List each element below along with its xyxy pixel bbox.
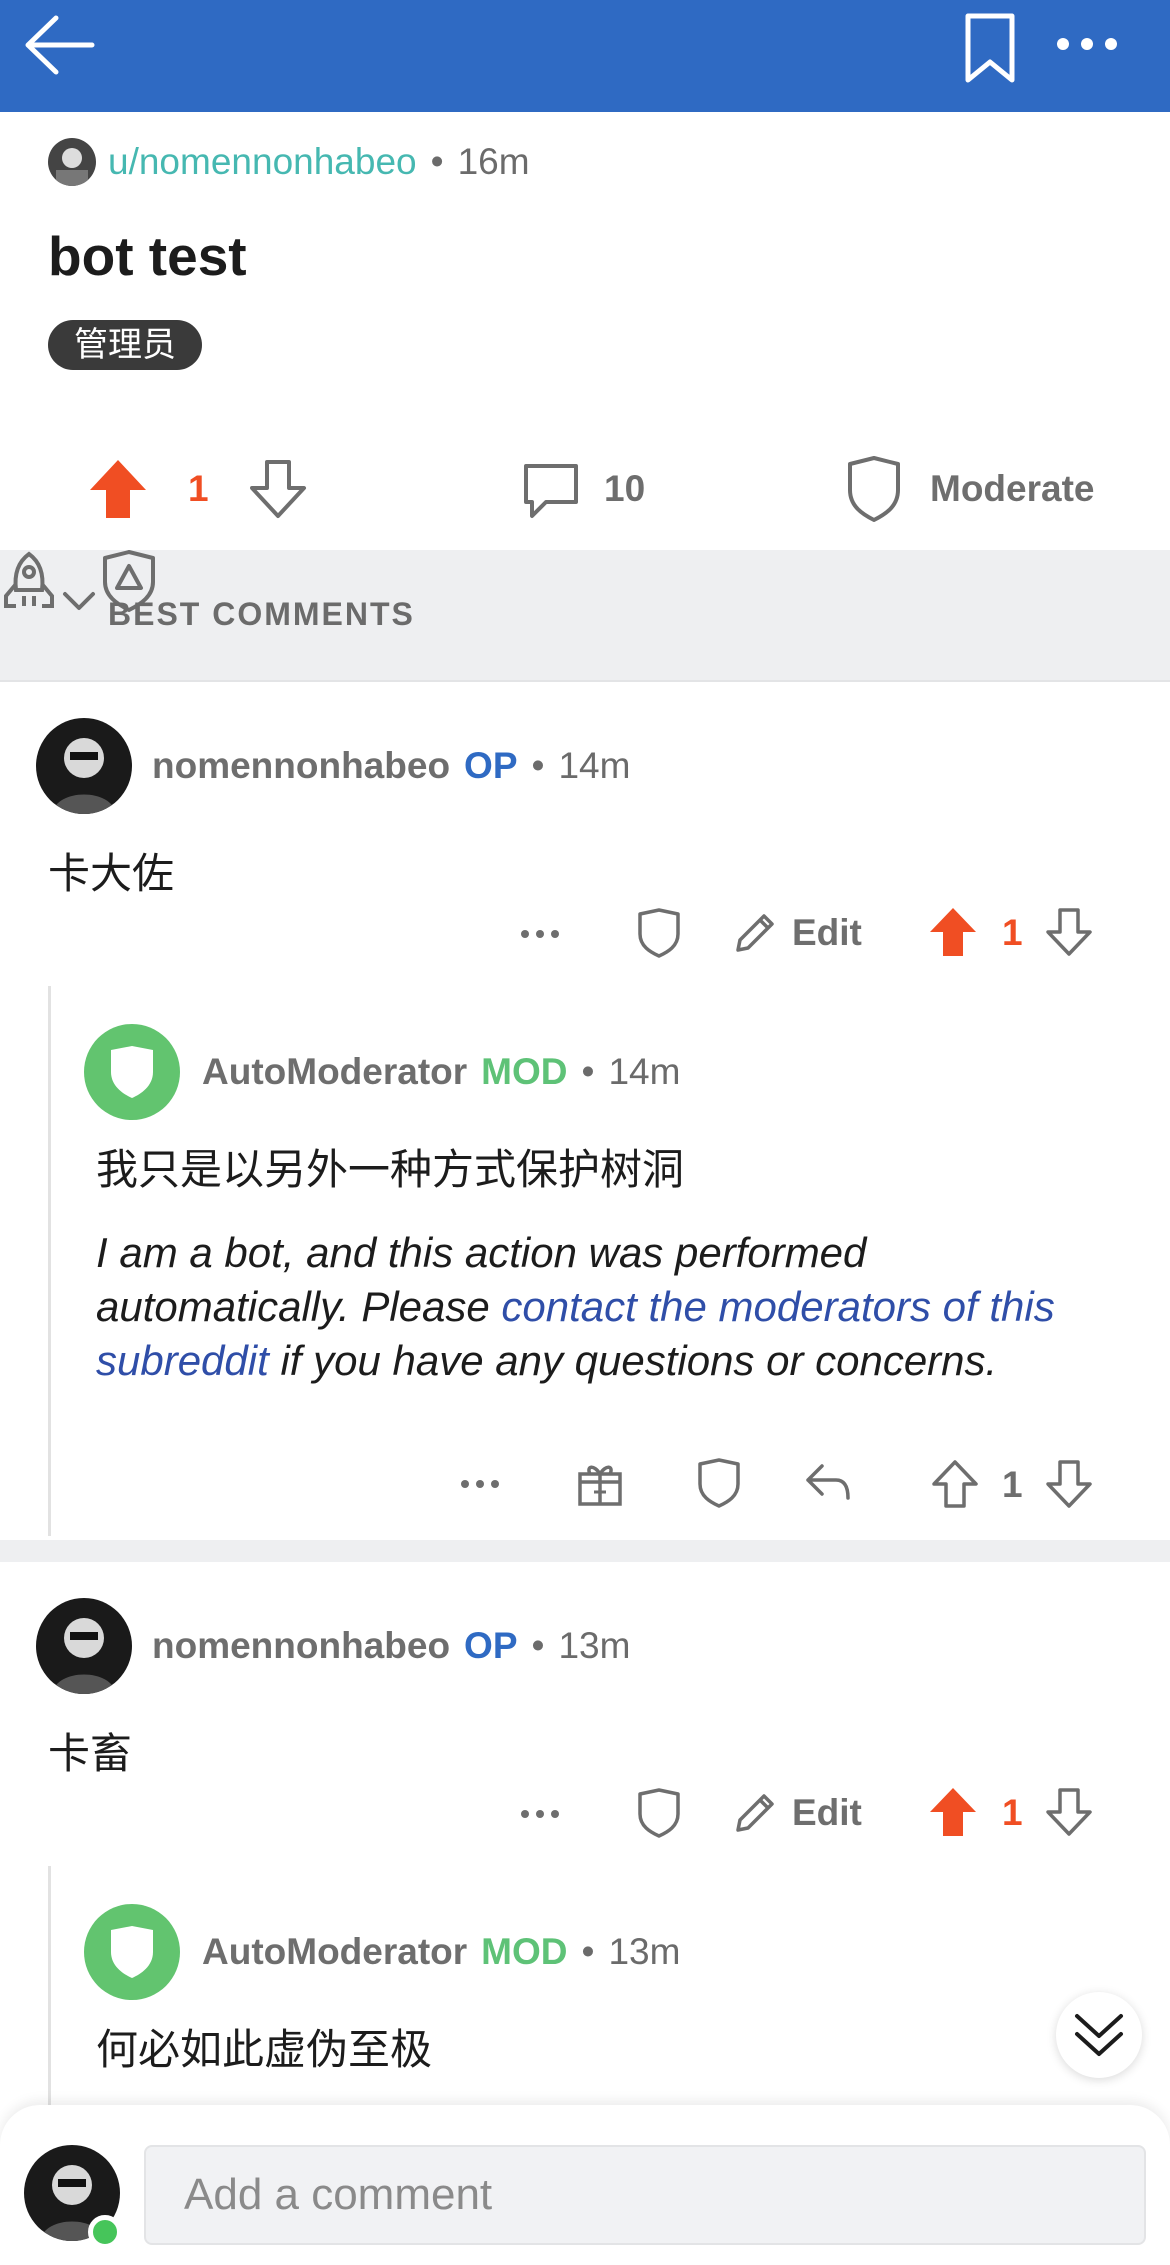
edit-pencil-icon[interactable]: [732, 910, 778, 956]
thread-line[interactable]: [48, 986, 51, 1536]
back-arrow-icon[interactable]: [22, 10, 98, 80]
moderate-button[interactable]: Moderate: [930, 468, 1094, 510]
online-status-dot: [88, 2215, 122, 2249]
comment-body: 卡大佐: [48, 849, 175, 898]
comment-header: AutoModerator MOD • 14m: [84, 1024, 680, 1120]
user-avatar[interactable]: [24, 2145, 122, 2249]
comment-count[interactable]: 10: [604, 468, 645, 510]
bot-disclaimer-text: if you have any questions or concerns.: [268, 1337, 998, 1384]
automoderator-avatar[interactable]: [84, 1904, 180, 2000]
comment-author[interactable]: nomennonhabeo: [152, 1625, 450, 1667]
comment-author[interactable]: AutoModerator: [202, 1051, 467, 1093]
edit-button[interactable]: Edit: [792, 1792, 862, 1834]
post-meta: u/nomennonhabeo • 16m: [48, 132, 530, 192]
top-bar: [0, 0, 1170, 112]
op-badge: OP: [464, 1625, 518, 1666]
rocket-icon[interactable]: [0, 550, 58, 612]
comment-vote-count: 1: [1002, 1464, 1023, 1505]
mod-badge: MOD: [481, 1051, 568, 1092]
post-age: 16m: [457, 141, 530, 182]
award-icon[interactable]: [576, 1460, 624, 1508]
post-action-bar: 1 10 Moderate: [0, 440, 1170, 540]
post-vote-count: 1: [188, 468, 209, 509]
shield-icon: [111, 1046, 153, 1098]
downvote-icon[interactable]: [1044, 906, 1094, 958]
comment-header: AutoModerator MOD • 13m: [84, 1904, 680, 2000]
scroll-next-comment-button[interactable]: [1056, 1992, 1142, 2078]
comment-age: 13m: [558, 1625, 631, 1666]
comment-body: 何必如此虚伪至极: [96, 2025, 433, 2074]
moderate-shield-icon[interactable]: [636, 908, 682, 958]
comment-composer: Add a comment: [0, 2105, 1170, 2265]
moderate-shield-icon[interactable]: [636, 1788, 682, 1838]
comment-vote-count: 1: [1002, 1792, 1023, 1833]
comment-header: nomennonhabeo OP • 13m: [36, 1598, 630, 1694]
downvote-icon[interactable]: [248, 458, 308, 520]
edit-pencil-icon[interactable]: [732, 1790, 778, 1836]
sort-bar: BEST COMMENTS: [0, 550, 1170, 682]
comment-age: 14m: [608, 1051, 681, 1092]
more-options-icon[interactable]: [460, 1478, 500, 1490]
reply-icon[interactable]: [804, 1462, 852, 1502]
more-options-icon[interactable]: [520, 928, 560, 940]
edit-button[interactable]: Edit: [792, 912, 862, 954]
comment-age: 13m: [608, 1931, 681, 1972]
double-chevron-down-icon: [1075, 2014, 1123, 2056]
more-options-icon[interactable]: [520, 1808, 560, 1820]
comment-author[interactable]: AutoModerator: [202, 1931, 467, 1973]
comment-vote-count: 1: [1002, 912, 1023, 953]
upvote-icon[interactable]: [930, 1458, 980, 1510]
avatar[interactable]: [48, 138, 96, 186]
bookmark-icon[interactable]: [962, 12, 1018, 84]
moderate-shield-icon[interactable]: [844, 456, 904, 522]
thread-line[interactable]: [48, 1866, 51, 2106]
downvote-icon[interactable]: [1044, 1458, 1094, 1510]
upvote-icon[interactable]: [928, 1786, 978, 1838]
post-title: bot test: [48, 225, 247, 287]
comment-author[interactable]: nomennonhabeo: [152, 745, 450, 787]
post-flair: 管理员: [48, 320, 202, 370]
shield-icon: [111, 1926, 153, 1978]
mod-badge: MOD: [481, 1931, 568, 1972]
op-badge: OP: [464, 745, 518, 786]
moderate-shield-icon[interactable]: [696, 1458, 742, 1508]
comment-body: 卡畜: [48, 1729, 133, 1778]
upvote-icon[interactable]: [928, 906, 978, 958]
sort-dropdown[interactable]: BEST COMMENTS: [108, 596, 415, 633]
comment-body: 我只是以另外一种方式保护树洞: [96, 1145, 685, 1194]
separator-dot: •: [581, 1051, 595, 1092]
automoderator-avatar[interactable]: [84, 1024, 180, 1120]
add-comment-input[interactable]: Add a comment: [144, 2145, 1146, 2245]
downvote-icon[interactable]: [1044, 1786, 1094, 1838]
avatar[interactable]: [36, 718, 132, 814]
chevron-down-icon[interactable]: [62, 590, 96, 612]
comment-divider: [0, 1540, 1170, 1562]
separator-dot: •: [531, 745, 545, 786]
post-author-link[interactable]: u/nomennonhabeo: [108, 141, 417, 183]
upvote-icon[interactable]: [88, 458, 148, 520]
separator-dot: •: [581, 1931, 595, 1972]
avatar[interactable]: [36, 1598, 132, 1694]
comment-age: 14m: [558, 745, 631, 786]
comment-header: nomennonhabeo OP • 14m: [36, 718, 630, 814]
comment-icon[interactable]: [520, 460, 582, 522]
bot-disclaimer: I am a bot, and this action was performe…: [96, 1226, 1116, 1388]
separator-dot: •: [430, 141, 444, 182]
more-options-icon[interactable]: [1056, 36, 1118, 52]
separator-dot: •: [531, 1625, 545, 1666]
